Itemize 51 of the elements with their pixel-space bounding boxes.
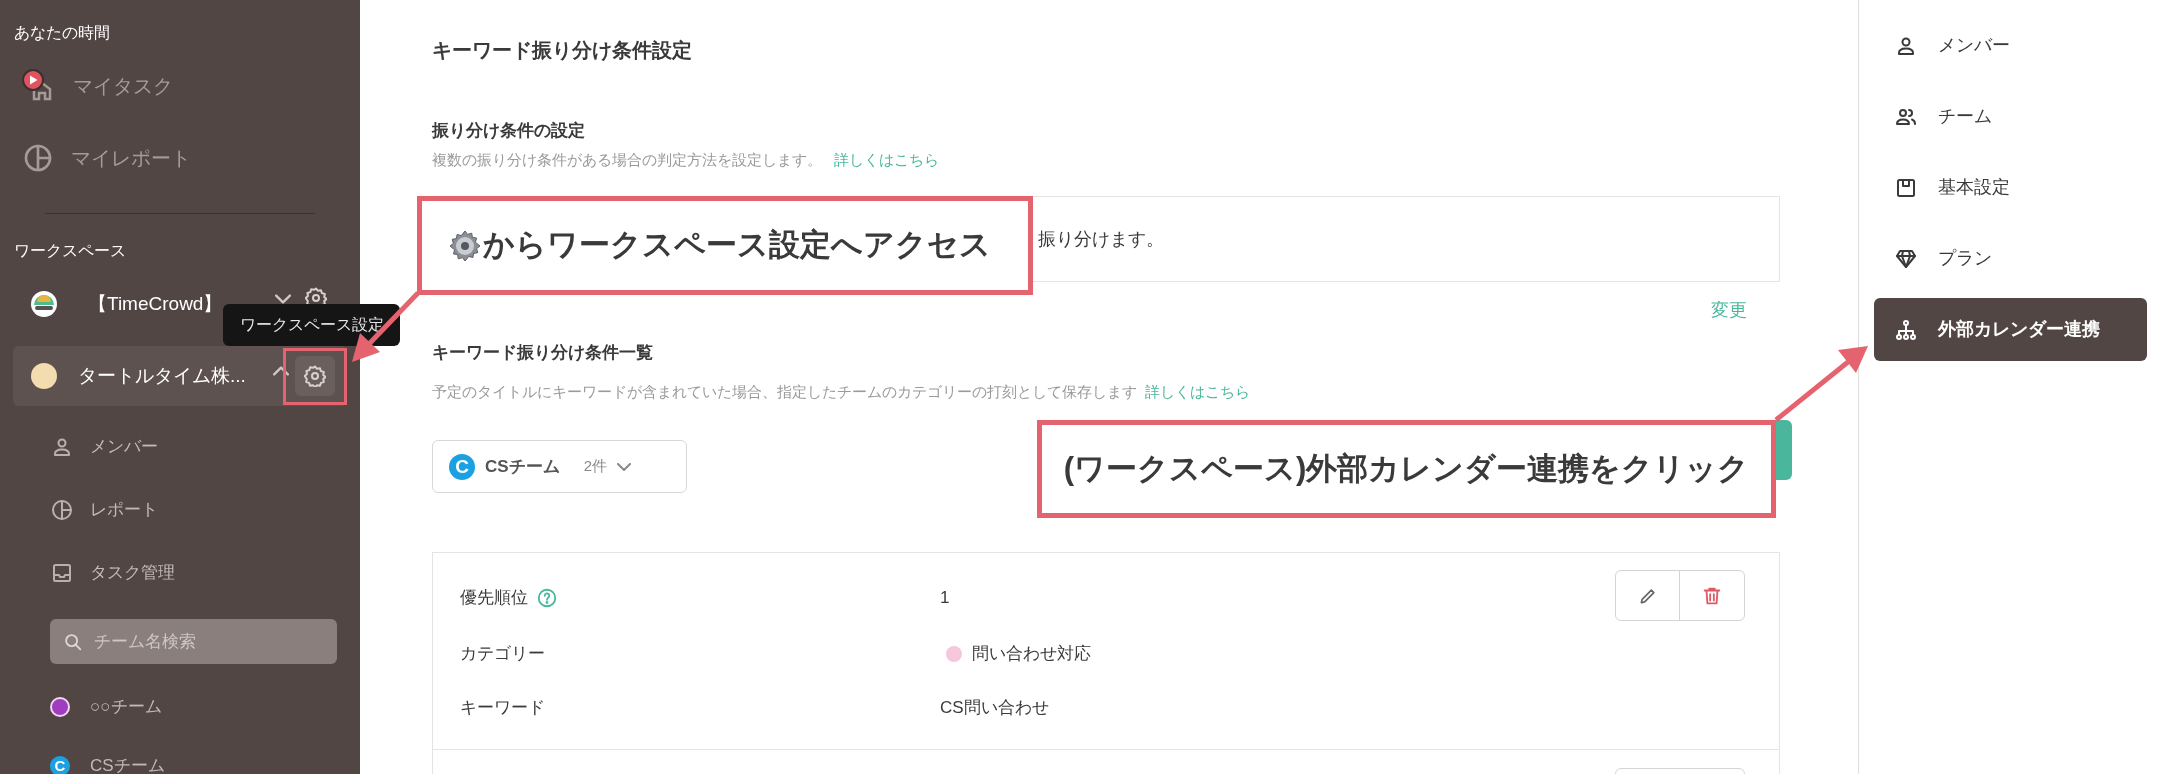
description-text: 複数の振り分け条件がある場合の判定方法を設定します。 [432, 149, 822, 170]
team-logo-icon: C [449, 453, 475, 480]
pie-chart-icon [50, 497, 74, 522]
section-heading: 振り分け条件の設定 [432, 120, 586, 142]
settings-nav-item[interactable]: メンバー [1874, 14, 2147, 77]
gear-icon [449, 229, 481, 262]
field-value: CS問い合わせ [940, 697, 1049, 720]
team-dropdown[interactable]: C CSチーム 2件 [432, 440, 687, 493]
nav-item[interactable]: メンバー [0, 415, 360, 478]
settings-nav-item[interactable]: チーム [1874, 85, 2147, 148]
section-heading: キーワード振り分け条件一覧 [432, 342, 654, 364]
team-logo-icon: C [50, 755, 70, 774]
help-link[interactable]: 詳しくはこちら [834, 148, 939, 172]
count-text: 2件 [583, 456, 607, 477]
settings-nav-item[interactable]: 基本設定 [1874, 156, 2147, 219]
team-item[interactable]: C CSチーム [0, 736, 360, 774]
workspace-item[interactable]: タートルタイム株... [13, 346, 347, 406]
field-label: カテゴリー [460, 643, 545, 666]
nav-item[interactable]: マイレポート [0, 122, 360, 194]
field-label: キーワード [460, 697, 545, 720]
workspace-logo-icon [30, 290, 58, 318]
settings-nav-item[interactable]: プラン [1874, 227, 2147, 290]
field-value: 問い合わせ対応 [972, 643, 1091, 666]
search-field[interactable]: チーム名検索 [50, 619, 337, 664]
section-heading: ワークスペース [13, 241, 127, 261]
rule-text: 振り分けます。 [1038, 227, 1164, 251]
team-item[interactable]: ○○チーム [0, 677, 360, 736]
section-heading: あなたの時間 [13, 23, 111, 43]
description-text: 予定のタイトルにキーワードが含まれていた場合、指定したチームのカテゴリーの打刻として保存します [432, 381, 1137, 402]
settings-nav-item[interactable]: 外部カレンダー連携 [1874, 298, 2147, 361]
page-title: キーワード振り分け条件設定 [432, 38, 693, 62]
hierarchy-icon [1894, 317, 1918, 342]
workspace-avatar-icon [30, 362, 58, 390]
nav-item[interactable]: マイタスク [0, 50, 360, 122]
help-icon[interactable] [536, 587, 558, 609]
chevron-down-icon[interactable] [275, 294, 291, 304]
team-name: CSチーム [485, 455, 560, 478]
nav-item[interactable]: タスク管理 [0, 541, 360, 604]
highlight-frame [283, 348, 347, 405]
nav-item[interactable]: レポート [0, 478, 360, 541]
chevron-down-icon [616, 462, 631, 471]
change-link[interactable]: 変更 [1711, 298, 1747, 322]
pie-chart-icon [22, 142, 54, 174]
callout-text: からワークスペース設定へアクセス [483, 226, 991, 265]
settings-icon [304, 365, 326, 387]
chevron-up-icon[interactable] [273, 366, 289, 376]
search-input[interactable]: チーム名検索 [94, 628, 314, 655]
help-link[interactable]: 詳しくはこちら [1145, 380, 1250, 404]
callout-text: (ワークスペース)外部カレンダー連携をクリック [1063, 449, 1750, 488]
field-value: 1 [940, 587, 950, 610]
field-label: 優先順位 [460, 587, 528, 610]
